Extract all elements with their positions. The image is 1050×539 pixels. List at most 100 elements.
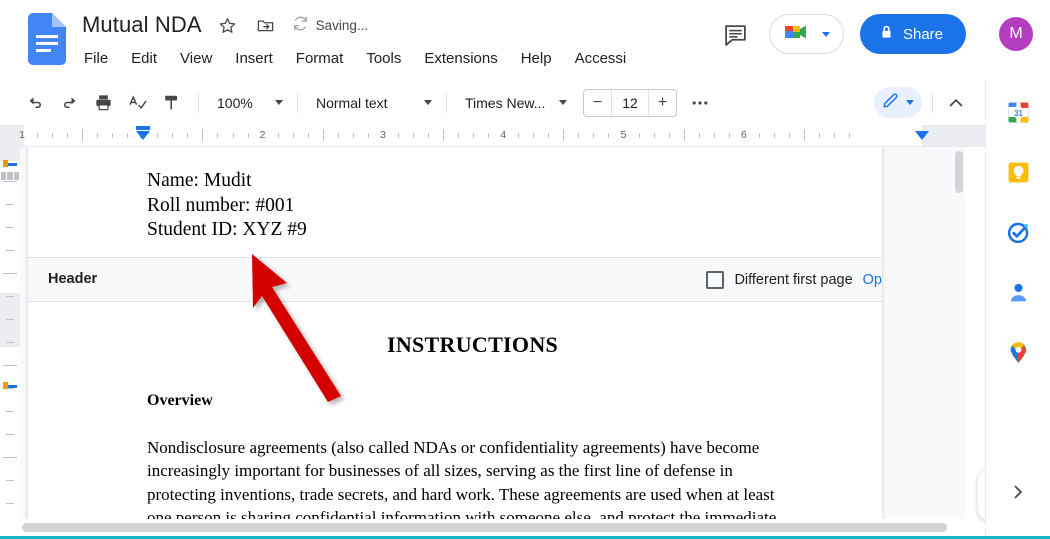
comment-icon[interactable] <box>719 17 753 51</box>
top-margin-handle-small[interactable] <box>3 160 8 167</box>
vruler-page-region-bottom <box>0 347 20 519</box>
star-icon[interactable] <box>216 13 240 37</box>
google-meet-button[interactable] <box>769 14 844 54</box>
header-line-name[interactable]: Name: Mudit <box>147 169 882 194</box>
sidebar-item-maps[interactable] <box>999 336 1037 374</box>
ruler-tick <box>714 133 715 138</box>
share-label: Share <box>903 26 943 43</box>
menu-help[interactable]: Help <box>519 46 554 72</box>
ruler-tick <box>127 133 128 138</box>
left-indent-marker[interactable] <box>136 131 150 140</box>
vruler-tick <box>6 296 14 297</box>
ruler-tick <box>217 133 218 138</box>
paragraph-style-dropdown[interactable]: Normal text <box>306 89 438 117</box>
ruler-tick <box>684 129 685 141</box>
vruler-grip[interactable] <box>1 172 19 180</box>
undo-icon[interactable] <box>20 88 50 118</box>
share-button[interactable]: Share <box>860 14 966 54</box>
menu-file[interactable]: File <box>82 46 110 72</box>
left-indent-bar[interactable] <box>136 126 150 130</box>
ruler-tick <box>278 133 279 138</box>
zoom-dropdown[interactable]: 100% <box>207 89 289 117</box>
header-options-link[interactable]: Op <box>863 272 882 288</box>
ruler-tick <box>518 133 519 138</box>
ruler-tick <box>293 133 294 138</box>
ruler-tick <box>488 133 489 138</box>
header-line-student-id[interactable]: Student ID: XYZ #9 <box>147 218 882 243</box>
sidebar-expand-button[interactable] <box>1001 475 1035 509</box>
vruler-tick <box>3 273 17 274</box>
document-body-region[interactable]: INSTRUCTIONS Overview Nondisclosure agre… <box>28 302 882 520</box>
top-right-actions: Share <box>719 14 966 54</box>
sidebar-item-calendar[interactable]: 31 <box>999 96 1037 134</box>
font-size-decrease-button[interactable]: − <box>584 90 611 116</box>
more-options-icon[interactable] <box>685 88 715 118</box>
horizontal-ruler[interactable]: 1123456 <box>0 125 985 147</box>
ruler-tick <box>804 129 805 141</box>
ruler-label: 1 <box>19 128 25 143</box>
vertical-ruler[interactable] <box>0 147 20 519</box>
chevron-up-icon[interactable] <box>941 88 971 118</box>
vruler-tick <box>6 503 14 504</box>
menu-tools[interactable]: Tools <box>364 46 403 72</box>
chevron-down-icon <box>424 100 432 105</box>
document-section-heading[interactable]: Overview <box>147 392 798 410</box>
sidebar-item-contacts[interactable] <box>999 276 1037 314</box>
sidebar-item-tasks[interactable] <box>999 216 1037 254</box>
sidebar-item-keep[interactable] <box>999 156 1037 194</box>
bottom-margin-handle-small[interactable] <box>3 382 8 389</box>
ruler-tick <box>338 133 339 138</box>
ruler-label: 4 <box>500 128 506 143</box>
document-header-region[interactable]: Name: Mudit Roll number: #001 Student ID… <box>28 147 882 257</box>
menu-accessibility[interactable]: Accessi <box>573 46 629 72</box>
header-bar-label: Header <box>48 271 97 287</box>
right-indent-marker[interactable] <box>915 131 929 140</box>
ruler-label: 2 <box>260 128 266 143</box>
font-size-input[interactable]: 12 <box>611 90 649 116</box>
editing-mode-button[interactable] <box>874 87 922 118</box>
font-family-dropdown[interactable]: Times New... <box>455 89 573 117</box>
header-line-roll-number[interactable]: Roll number: #001 <box>147 194 882 219</box>
toolbar-divider <box>446 93 447 113</box>
ruler-tick <box>533 133 534 138</box>
horizontal-scrollbar-thumb[interactable] <box>22 523 947 532</box>
print-icon[interactable] <box>88 88 118 118</box>
vruler-tick <box>6 319 14 320</box>
menu-extensions[interactable]: Extensions <box>422 46 499 72</box>
move-to-folder-icon[interactable] <box>254 13 278 37</box>
ruler-tick <box>248 133 249 138</box>
ruler-tick <box>308 133 309 138</box>
ruler-tick <box>97 133 98 138</box>
google-tasks-icon <box>1006 220 1031 250</box>
ruler-label: 3 <box>380 128 386 143</box>
ruler-tick <box>819 133 820 138</box>
menu-edit[interactable]: Edit <box>129 46 159 72</box>
ruler-tick <box>608 133 609 138</box>
horizontal-scrollbar[interactable] <box>0 519 985 536</box>
avatar[interactable]: M <box>999 17 1033 51</box>
paint-format-icon[interactable] <box>156 88 186 118</box>
font-family-value: Times New... <box>465 95 545 111</box>
vertical-scrollbar-thumb[interactable] <box>955 151 963 193</box>
different-first-page-checkbox[interactable] <box>706 271 724 289</box>
vertical-scrollbar[interactable] <box>953 149 965 517</box>
document-title-heading[interactable]: INSTRUCTIONS <box>147 332 798 358</box>
page-title[interactable]: Mutual NDA <box>82 10 202 40</box>
vruler-tick <box>3 457 17 458</box>
top-bar: Mutual NDA <box>0 0 1050 80</box>
document-page[interactable]: Name: Mudit Roll number: #001 Student ID… <box>28 147 882 519</box>
menu-format[interactable]: Format <box>294 46 346 72</box>
ruler-tick <box>172 133 173 138</box>
menu-insert[interactable]: Insert <box>233 46 275 72</box>
document-canvas[interactable]: Name: Mudit Roll number: #001 Student ID… <box>20 147 965 519</box>
redo-icon[interactable] <box>54 88 84 118</box>
ruler-tick <box>699 133 700 138</box>
document-paragraph[interactable]: Nondisclosure agreements (also called ND… <box>147 436 798 520</box>
paragraph-style-value: Normal text <box>316 95 388 111</box>
chevron-down-icon <box>275 100 283 105</box>
menu-view[interactable]: View <box>178 46 214 72</box>
font-size-increase-button[interactable]: + <box>649 90 676 116</box>
google-docs-logo-icon[interactable] <box>28 13 66 65</box>
spellcheck-icon[interactable] <box>122 88 152 118</box>
ruler-tick <box>323 129 324 141</box>
